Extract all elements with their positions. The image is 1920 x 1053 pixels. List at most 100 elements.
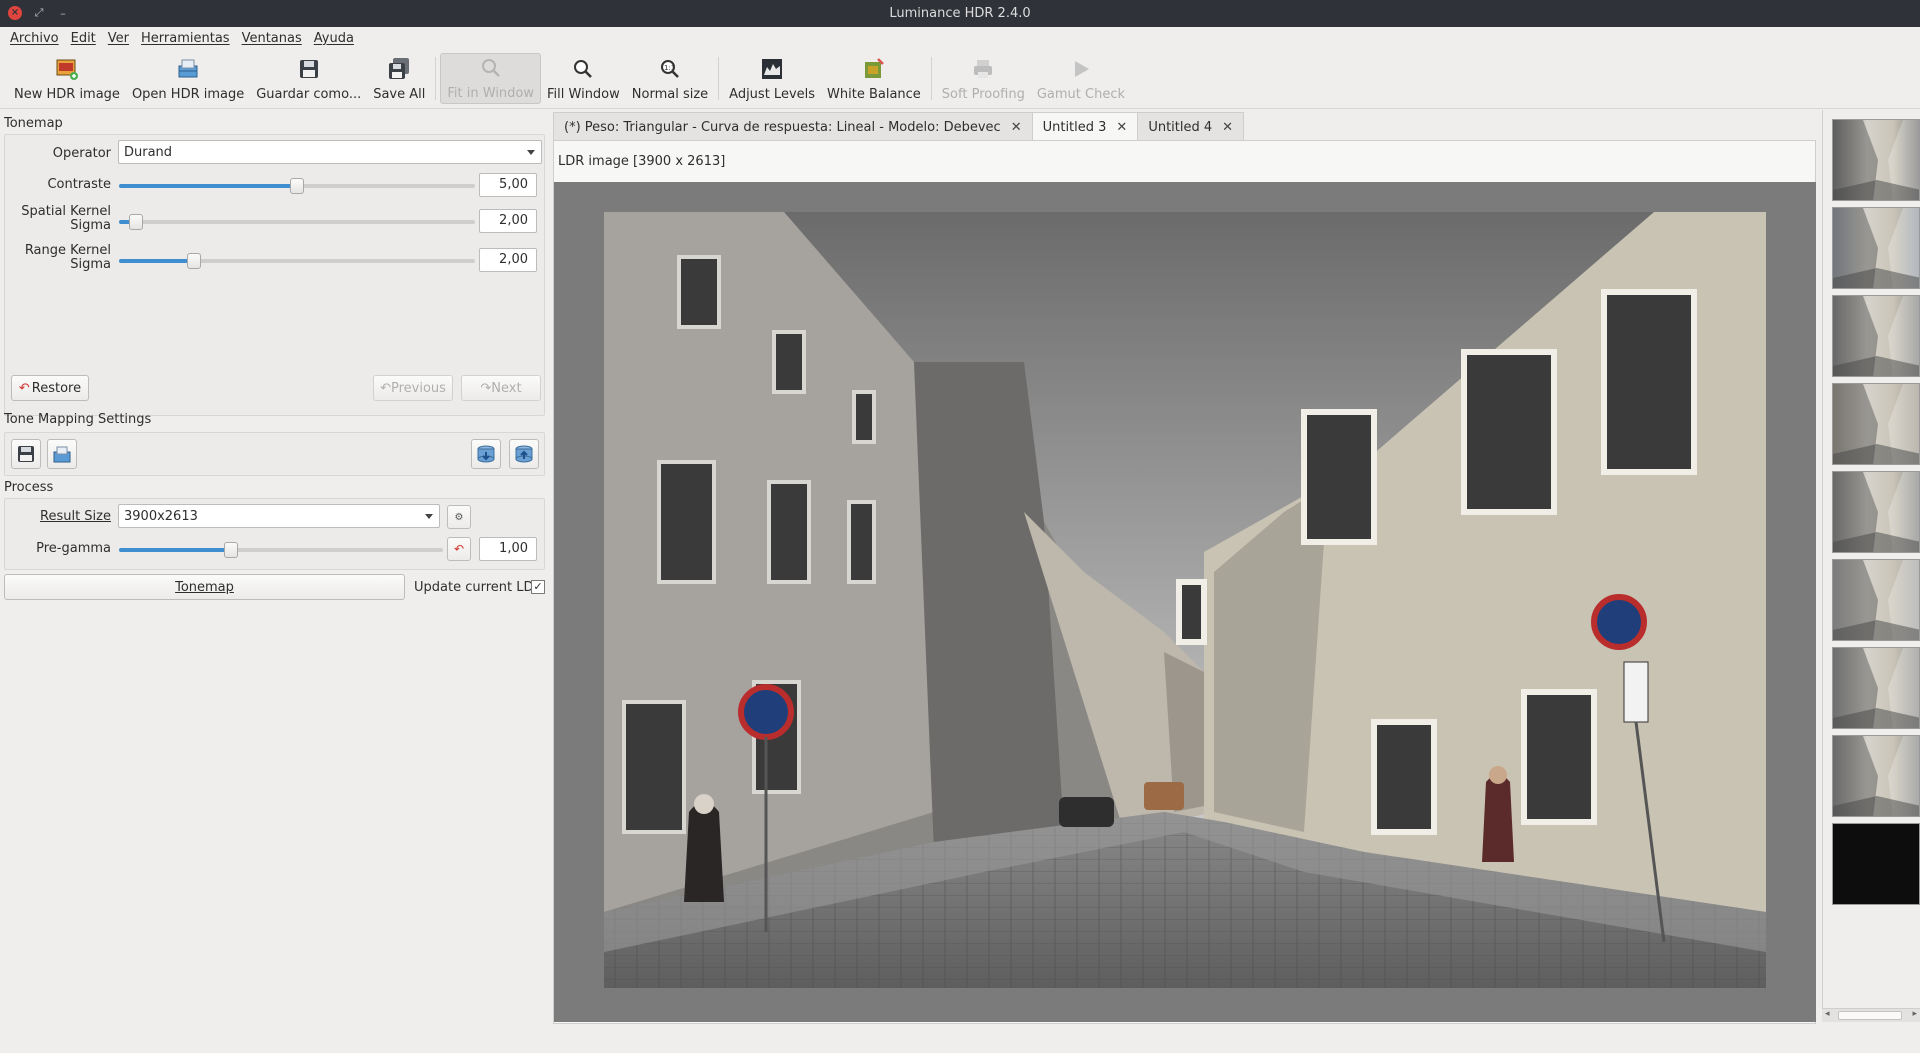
close-icon[interactable]: ✕ — [1116, 120, 1127, 135]
previous-button[interactable]: ↶ Previous — [373, 375, 453, 401]
scroll-left-icon[interactable]: ◂ — [1825, 1009, 1830, 1019]
fill-window-button[interactable]: Fill Window — [541, 49, 626, 108]
save-all-button[interactable]: Save All — [367, 49, 431, 108]
main-toolbar: New HDR image Open HDR image Guardar com… — [0, 49, 1920, 109]
open-hdr-button[interactable]: Open HDR image — [126, 49, 250, 108]
new-hdr-button[interactable]: New HDR image — [8, 49, 126, 108]
result-size-combo[interactable]: 3900x2613 — [118, 504, 440, 528]
normal-size-button[interactable]: 1:1 Normal size — [626, 49, 714, 108]
left-panel: Tonemap Operator Durand Contraste 5,00 S… — [0, 110, 549, 1053]
window-close-icon[interactable]: × — [8, 6, 22, 20]
tab-label: Untitled 3 — [1042, 120, 1107, 135]
ldr-image[interactable] — [604, 212, 1766, 988]
range-kernel-slider-handle[interactable] — [187, 253, 201, 269]
thumbnail-item[interactable] — [1832, 207, 1920, 289]
restore-button[interactable]: ↶ Restore — [11, 375, 89, 401]
menu-ayuda[interactable]: Ayuda — [308, 31, 360, 46]
thumbnail-item[interactable] — [1832, 823, 1920, 905]
pregamma-slider-handle[interactable] — [224, 542, 238, 558]
gamut-icon — [1069, 57, 1093, 81]
white-balance-button[interactable]: White Balance — [821, 49, 927, 108]
open-hdr-icon — [176, 57, 200, 81]
save-icon — [297, 57, 321, 81]
toolbar-separator — [718, 57, 720, 100]
range-kernel-slider[interactable] — [119, 253, 475, 269]
next-button[interactable]: ↷ Next — [461, 375, 541, 401]
adjust-levels-button[interactable]: Adjust Levels — [723, 49, 821, 108]
pregamma-slider[interactable] — [119, 542, 443, 558]
thumbnail-scrollbar[interactable]: ◂ ▸ — [1822, 1008, 1920, 1022]
zoom-fill-icon — [571, 57, 595, 81]
gamut-check-label: Gamut Check — [1036, 87, 1126, 102]
spatial-kernel-input[interactable]: 2,00 — [479, 209, 537, 233]
database-load-button[interactable] — [509, 439, 539, 469]
range-kernel-label-line1: Range Kernel — [24, 243, 111, 258]
pregamma-input[interactable]: 1,00 — [479, 537, 537, 561]
window-maximize-icon[interactable]: ⤢ — [32, 6, 46, 20]
menu-ventanas[interactable]: Ventanas — [236, 31, 308, 46]
pregamma-reset-button[interactable]: ↶ — [447, 537, 471, 561]
previous-icon: ↶ — [380, 380, 391, 396]
menu-archivo[interactable]: Archivo — [4, 31, 65, 46]
menu-ver[interactable]: Ver — [102, 31, 135, 46]
thumbnail-item[interactable] — [1832, 471, 1920, 553]
save-settings-button[interactable] — [11, 439, 41, 469]
close-icon[interactable]: ✕ — [1222, 120, 1233, 135]
range-kernel-input[interactable]: 2,00 — [479, 248, 537, 272]
update-ldr-label: Update current LDR — [414, 580, 543, 595]
contrast-input[interactable]: 5,00 — [479, 173, 537, 197]
close-icon[interactable]: ✕ — [1011, 120, 1022, 135]
load-settings-icon — [53, 446, 71, 463]
restore-icon: ↶ — [18, 380, 30, 396]
result-size-options-button[interactable]: ⚙ — [447, 505, 471, 529]
thumbnail-item[interactable] — [1832, 383, 1920, 465]
contrast-label: Contraste — [47, 177, 111, 192]
spatial-kernel-slider-handle[interactable] — [129, 214, 143, 230]
tab-hdr-weight[interactable]: (*) Peso: Triangular - Curva de respuest… — [553, 112, 1033, 141]
open-hdr-label: Open HDR image — [131, 87, 245, 102]
menu-edit[interactable]: Edit — [65, 31, 102, 46]
thumbnail-item[interactable] — [1832, 559, 1920, 641]
thumbnail-item[interactable] — [1832, 119, 1920, 201]
street-photo — [604, 212, 1766, 988]
save-settings-icon — [18, 446, 34, 462]
thumbnail-item[interactable] — [1832, 295, 1920, 377]
database-load-icon — [515, 445, 533, 463]
next-label: Next — [491, 380, 522, 396]
tab-untitled-4[interactable]: Untitled 4 ✕ — [1137, 112, 1245, 141]
result-size-label: Result Size — [40, 509, 111, 524]
fill-window-label: Fill Window — [547, 87, 620, 102]
spatial-kernel-slider[interactable] — [119, 214, 475, 230]
tonemap-button[interactable]: Tonemap — [4, 574, 405, 600]
gamut-check-button[interactable]: Gamut Check — [1031, 49, 1131, 108]
menu-bar: Archivo Edit Ver Herramientas Ventanas A… — [0, 27, 1920, 49]
document-tabs: (*) Peso: Triangular - Curva de respuest… — [553, 112, 1245, 142]
fit-window-button[interactable]: Fit in Window — [440, 53, 542, 104]
tab-untitled-3[interactable]: Untitled 3 ✕ — [1031, 112, 1139, 142]
operator-combo[interactable]: Durand — [118, 140, 542, 164]
thumbnail-item[interactable] — [1832, 647, 1920, 729]
tab-label: Untitled 4 — [1148, 119, 1213, 135]
thumbnail-item[interactable] — [1832, 735, 1920, 817]
pregamma-label: Pre-gamma — [36, 541, 111, 556]
scroll-right-icon[interactable]: ▸ — [1912, 1009, 1917, 1019]
menu-herramientas[interactable]: Herramientas — [135, 31, 236, 46]
save-as-button[interactable]: Guardar como... — [250, 49, 367, 108]
zoom-original-icon: 1:1 — [658, 57, 682, 81]
contrast-slider[interactable] — [119, 178, 475, 194]
update-ldr-checkbox[interactable]: ✓ — [531, 580, 545, 594]
scrollbar-handle[interactable] — [1838, 1011, 1902, 1020]
save-all-icon — [387, 57, 411, 81]
toolbar-separator — [930, 57, 932, 100]
soft-proofing-button[interactable]: Soft Proofing — [936, 49, 1031, 108]
restore-label: Restore — [31, 380, 82, 396]
levels-icon — [760, 57, 784, 81]
contrast-slider-handle[interactable] — [290, 178, 304, 194]
load-settings-button[interactable] — [47, 439, 77, 469]
reset-icon: ↶ — [453, 542, 465, 556]
new-hdr-icon — [55, 57, 79, 81]
database-save-button[interactable] — [471, 439, 501, 469]
window-minimize-icon[interactable]: – — [56, 7, 70, 20]
toolbar-separator — [435, 57, 437, 100]
white-balance-label: White Balance — [827, 87, 921, 102]
